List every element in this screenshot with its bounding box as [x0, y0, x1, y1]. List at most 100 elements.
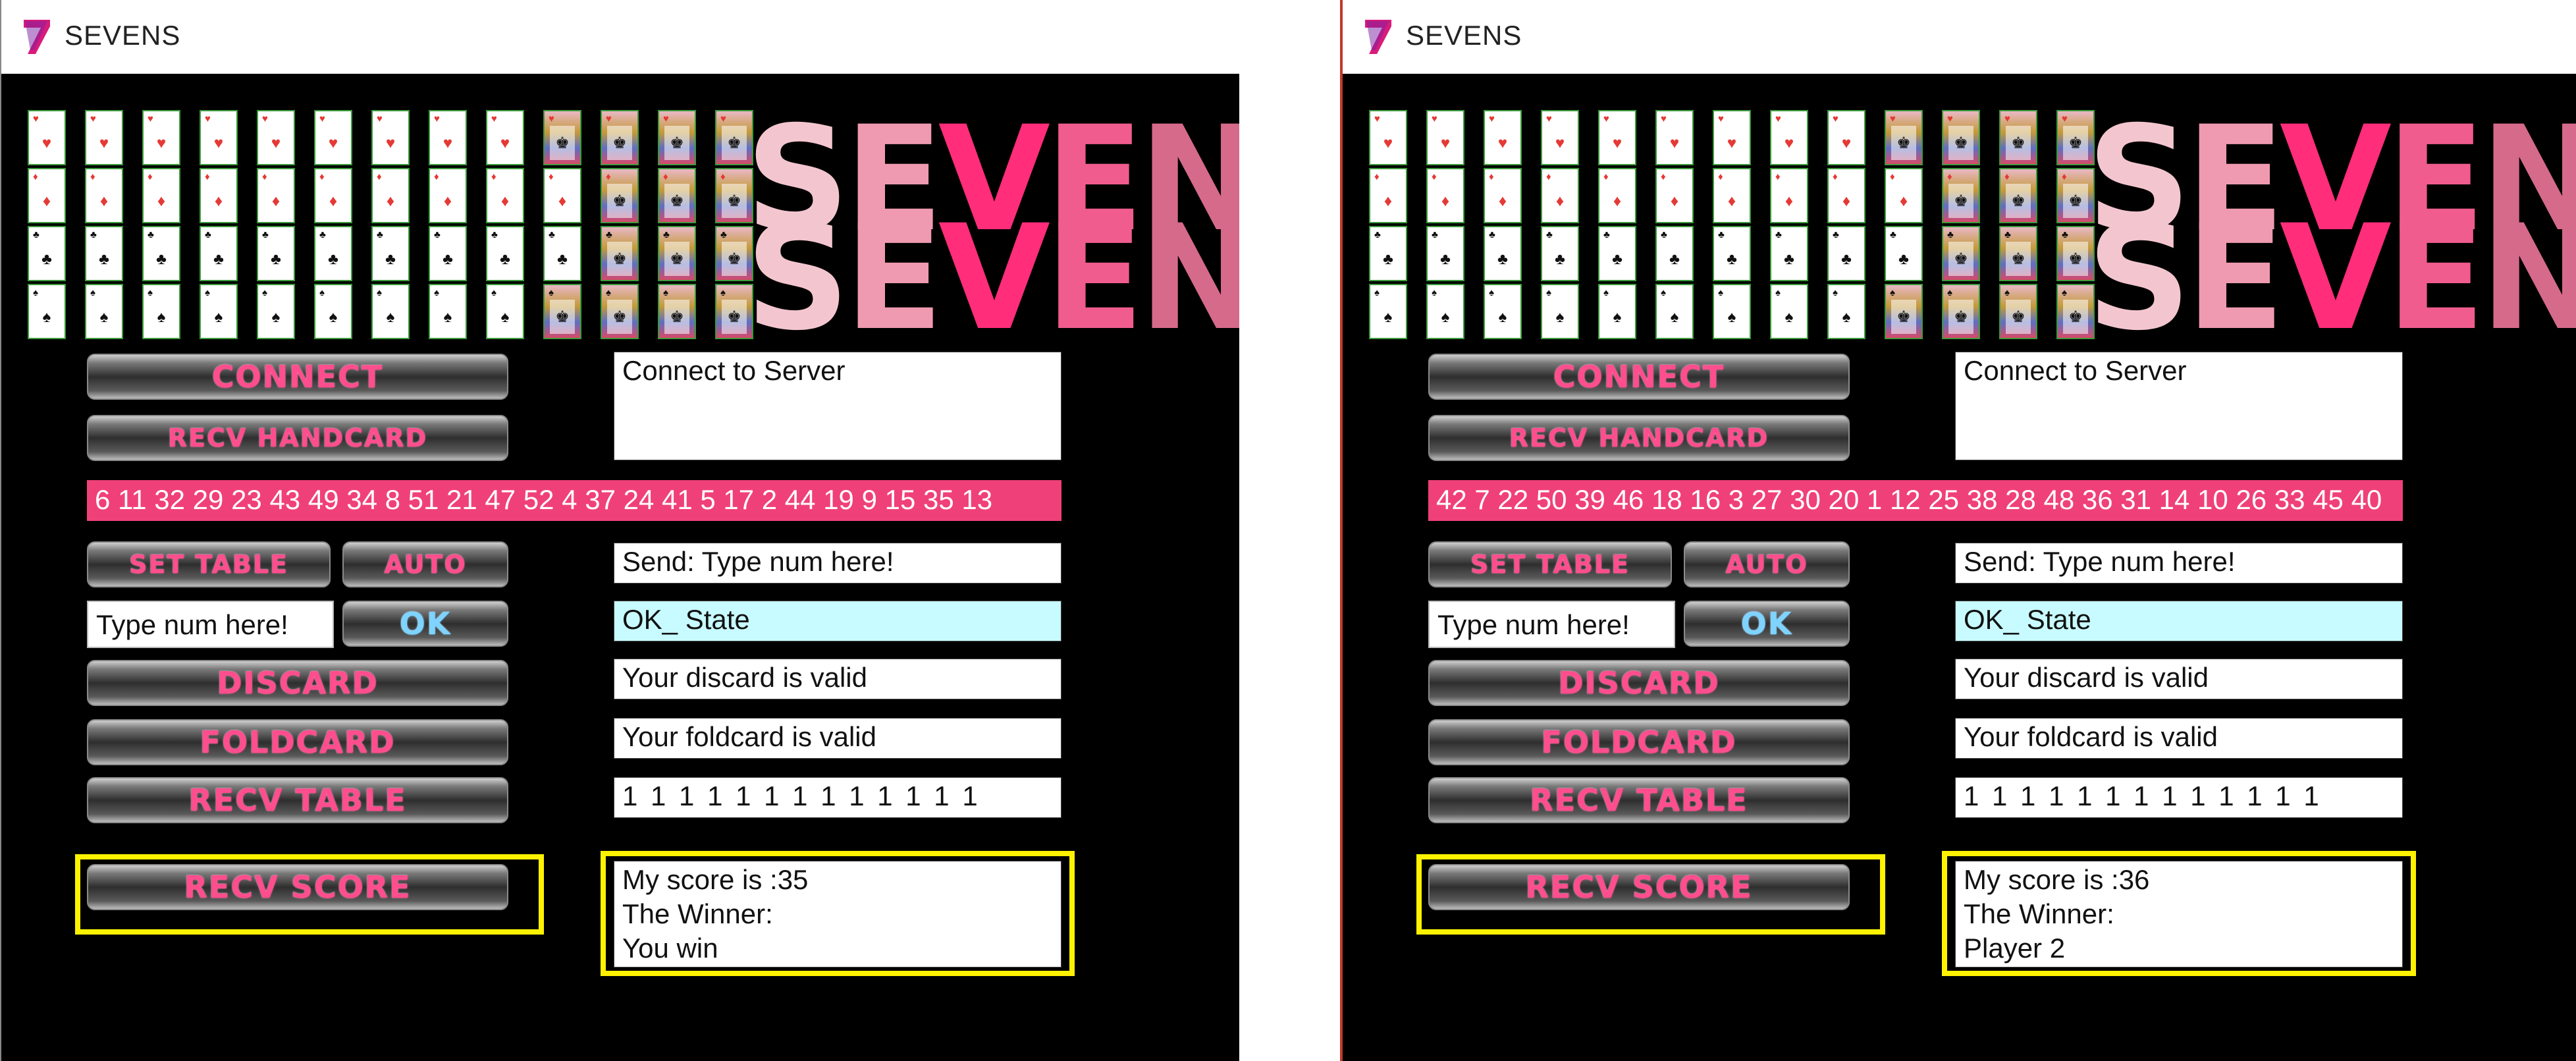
- suit-icon: ♥: [1374, 113, 1380, 124]
- playing-card: ♠ ♚: [601, 284, 639, 339]
- suit-icon: ♠: [1833, 287, 1838, 298]
- suit-icon: ♦: [1727, 192, 1736, 210]
- set-table-button[interactable]: SET TABLE: [87, 541, 331, 587]
- auto-button[interactable]: AUTO: [342, 541, 508, 587]
- ok-button[interactable]: OK: [1684, 601, 1850, 647]
- playing-card: ♦ ♦: [1655, 168, 1694, 223]
- playing-card: ♥ ♚: [1999, 110, 2037, 165]
- playing-card: ♥ ♚: [601, 110, 639, 165]
- suit-icon: ♠: [1432, 287, 1437, 298]
- suit-icon: ♦: [99, 192, 109, 210]
- my-score: My score is :35: [622, 864, 809, 895]
- hand-cards-bar: 42 7 22 50 39 46 18 16 3 27 30 20 1 12 2…: [1428, 480, 2403, 521]
- suit-icon: ♦: [1775, 171, 1781, 182]
- recv-score-button[interactable]: RECV SCORE: [87, 864, 508, 910]
- playing-card: ♦ ♦: [200, 168, 238, 223]
- suit-icon: ♦: [1603, 171, 1609, 182]
- suit-icon: ♦: [1383, 192, 1393, 210]
- playing-card: ♣ ♣: [257, 226, 295, 281]
- suit-icon: ♠: [271, 308, 281, 326]
- foldcard-button[interactable]: FOLDCARD: [87, 719, 508, 765]
- recv-table-button[interactable]: RECV TABLE: [87, 777, 508, 823]
- suit-icon: ♠: [1784, 308, 1794, 326]
- discard-button[interactable]: DISCARD: [87, 660, 508, 706]
- game-client-area: ♥ ♥ ♦ ♦ ♣ ♣ ♠ ♠ ♥ ♥ ♦ ♦ ♣ ♣ ♠ ♠ ♥ ♥ ♦ ♦ ♣ ♣ ♠ ♠ ♥ ♥ ♦ ♦ ♣ ♣ ♠ ♠ ♥ ♥ ♦ ♦ ♣ ♣ ♠ ♠…: [1343, 74, 2576, 1061]
- discard-message: Your discard is valid: [614, 659, 1061, 699]
- logo-line-2: SEVENS: [745, 194, 1239, 362]
- playing-card: ♠ ♚: [1885, 284, 1923, 339]
- suit-icon: ♦: [1899, 192, 1908, 210]
- set-table-button[interactable]: SET TABLE: [1428, 541, 1672, 587]
- playing-card: ♣ ♚: [658, 226, 696, 281]
- playing-card: ♠ ♠: [314, 284, 352, 339]
- playing-card: ♥ ♚: [543, 110, 581, 165]
- suit-icon: ♠: [214, 308, 223, 326]
- suit-icon: ♥: [1383, 134, 1393, 152]
- suit-icon: ♦: [558, 192, 567, 210]
- suit-icon: ♦: [214, 192, 223, 210]
- suit-icon: ♦: [663, 171, 668, 182]
- court-figure-icon: ♚: [664, 300, 689, 334]
- foldcard-message: Your foldcard is valid: [614, 718, 1061, 759]
- recv-score-button[interactable]: RECV SCORE: [1428, 864, 1850, 910]
- suit-icon: ♠: [1718, 287, 1723, 298]
- suit-icon: ♣: [557, 250, 568, 268]
- suit-icon: ♦: [1890, 171, 1895, 182]
- playing-card: ♦ ♦: [543, 168, 581, 223]
- suit-icon: ♥: [99, 134, 109, 152]
- suit-icon: ♠: [1489, 287, 1494, 298]
- playing-card: ♥ ♥: [1713, 110, 1751, 165]
- court-figure-icon: ♚: [607, 184, 632, 218]
- suit-icon: ♦: [434, 171, 439, 182]
- playing-card: ♥ ♥: [1484, 110, 1522, 165]
- ok-button[interactable]: OK: [342, 601, 508, 647]
- playing-card: ♣ ♣: [486, 226, 524, 281]
- window-title: SEVENS: [65, 20, 181, 51]
- suit-icon: ♦: [1613, 192, 1622, 210]
- suit-icon: ♦: [1432, 171, 1437, 182]
- discard-button[interactable]: DISCARD: [1428, 660, 1850, 706]
- card-number-input[interactable]: Type num here!: [87, 601, 334, 648]
- suit-icon: ♣: [33, 229, 40, 240]
- court-figure-icon: ♚: [1948, 126, 1973, 160]
- card-number-input[interactable]: Type num here!: [1428, 601, 1675, 648]
- playing-card: ♦ ♦: [1885, 168, 1923, 223]
- suit-icon: ♣: [1489, 229, 1495, 240]
- connect-button[interactable]: CONNECT: [1428, 354, 1850, 400]
- suit-icon: ♣: [500, 250, 510, 268]
- playing-card: ♠ ♠: [142, 284, 180, 339]
- suit-icon: ♥: [90, 113, 96, 124]
- foldcard-button[interactable]: FOLDCARD: [1428, 719, 1850, 765]
- table-values: 1 1 1 1 1 1 1 1 1 1 1 1 1: [614, 777, 1061, 818]
- suit-icon: ♦: [33, 171, 38, 182]
- recv-handcard-button[interactable]: RECV HANDCARD: [87, 415, 508, 461]
- playing-card: ♠ ♠: [257, 284, 295, 339]
- suit-icon: ♠: [2004, 287, 2010, 298]
- auto-button[interactable]: AUTO: [1684, 541, 1850, 587]
- suit-icon: ♣: [1669, 250, 1680, 268]
- suit-icon: ♦: [319, 171, 325, 182]
- suit-icon: ♠: [1441, 308, 1450, 326]
- suit-icon: ♣: [1555, 250, 1565, 268]
- playing-card: ♣ ♣: [1713, 226, 1751, 281]
- suit-icon: ♥: [1440, 134, 1451, 152]
- suit-icon: ♠: [262, 287, 267, 298]
- playing-card: ♣ ♣: [1369, 226, 1407, 281]
- playing-card: ♦ ♦: [1541, 168, 1579, 223]
- suit-icon: ♥: [443, 134, 453, 152]
- playing-card: ♣ ♣: [1770, 226, 1808, 281]
- court-figure-icon: ♚: [550, 300, 575, 334]
- suit-icon: ♥: [1555, 134, 1565, 152]
- suit-icon: ♣: [99, 250, 109, 268]
- connect-button[interactable]: CONNECT: [87, 354, 508, 400]
- suit-icon: ♣: [213, 250, 224, 268]
- suit-icon: ♥: [1727, 134, 1737, 152]
- recv-handcard-button[interactable]: RECV HANDCARD: [1428, 415, 1850, 461]
- recv-table-button[interactable]: RECV TABLE: [1428, 777, 1850, 823]
- court-figure-icon: ♚: [607, 126, 632, 160]
- playing-card: ♠ ♠: [85, 284, 123, 339]
- suit-icon: ♥: [549, 113, 554, 124]
- court-figure-icon: ♚: [664, 126, 689, 160]
- suit-icon: ♣: [1374, 229, 1381, 240]
- playing-card: ♣ ♚: [1999, 226, 2037, 281]
